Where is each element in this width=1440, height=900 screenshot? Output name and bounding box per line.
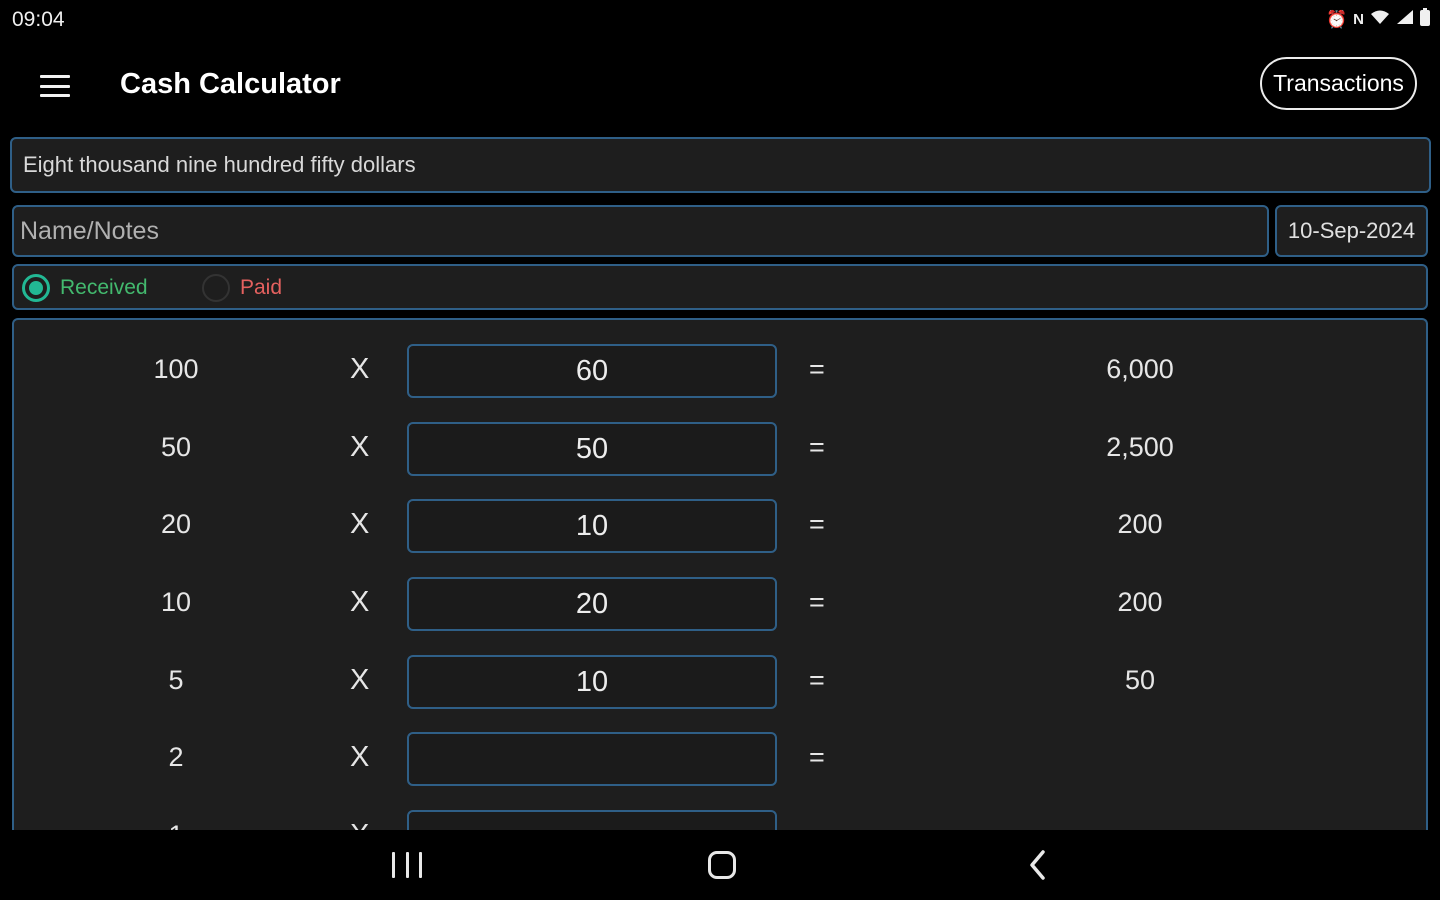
denomination-label: 100: [153, 354, 199, 384]
denomination-label: 5: [168, 665, 184, 695]
denomination-row: 20 X = 200: [14, 497, 1426, 553]
signal-icon: [1396, 9, 1414, 30]
denomination-row: 2 X =: [14, 730, 1426, 786]
battery-icon: [1420, 8, 1430, 31]
equals-sign: =: [809, 742, 825, 772]
quantity-input[interactable]: [407, 732, 777, 786]
denomination-label: 10: [160, 587, 192, 617]
radio-checked-icon: [22, 274, 50, 302]
app-bar: Cash Calculator Transactions: [0, 52, 1440, 122]
denomination-label: 20: [160, 509, 192, 539]
quantity-input[interactable]: [407, 655, 777, 709]
row-amount: 6,000: [1106, 354, 1174, 384]
radio-unchecked-icon: [202, 274, 230, 302]
equals-sign: =: [809, 665, 825, 695]
denomination-row: 10 X = 200: [14, 575, 1426, 631]
received-radio[interactable]: Received: [22, 274, 148, 302]
multiply-sign: X: [350, 353, 370, 385]
row-amount: 200: [1117, 509, 1163, 539]
home-icon[interactable]: [708, 851, 736, 879]
notes-input[interactable]: [12, 205, 1269, 257]
transaction-type-group: Received Paid: [12, 264, 1428, 310]
navigation-bar: [0, 830, 1440, 900]
quantity-input[interactable]: [407, 422, 777, 476]
status-bar: 09:04 ⏰ N: [0, 0, 1440, 40]
app-title: Cash Calculator: [120, 68, 341, 100]
denomination-label: 2: [168, 742, 184, 772]
status-icons: ⏰ N: [1326, 8, 1430, 31]
quantity-input[interactable]: [407, 577, 777, 631]
equals-sign: =: [809, 587, 825, 617]
equals-sign: =: [809, 509, 825, 539]
denomination-row: 5 X = 50: [14, 653, 1426, 709]
row-amount: 50: [1124, 665, 1156, 695]
denomination-panel: 100 X = 6,000 50 X = 2,500 20 X = 200 10…: [12, 318, 1428, 900]
multiply-sign: X: [350, 664, 370, 696]
amount-in-words: Eight thousand nine hundred fifty dollar…: [10, 137, 1431, 193]
recents-icon[interactable]: [392, 852, 422, 878]
denomination-row: 100 X = 6,000: [14, 342, 1426, 398]
nfc-icon: N: [1353, 11, 1364, 28]
date-picker[interactable]: 10-Sep-2024: [1275, 205, 1428, 257]
received-label: Received: [60, 276, 148, 299]
multiply-sign: X: [350, 741, 370, 773]
row-amount: 2,500: [1106, 432, 1174, 462]
denomination-row: 50 X = 2,500: [14, 420, 1426, 476]
quantity-input[interactable]: [407, 344, 777, 398]
wifi-icon: [1370, 9, 1390, 30]
status-time: 09:04: [12, 8, 65, 31]
back-icon[interactable]: [1026, 848, 1048, 882]
paid-radio[interactable]: Paid: [202, 274, 282, 302]
alarm-icon: ⏰: [1325, 9, 1348, 29]
equals-sign: =: [809, 432, 825, 462]
paid-label: Paid: [240, 276, 283, 299]
transactions-button[interactable]: Transactions: [1260, 57, 1417, 110]
multiply-sign: X: [350, 508, 370, 540]
multiply-sign: X: [350, 431, 370, 463]
menu-icon[interactable]: [38, 72, 72, 100]
equals-sign: =: [809, 354, 825, 384]
row-amount: 200: [1117, 587, 1163, 617]
denomination-label: 50: [160, 432, 192, 462]
multiply-sign: X: [350, 586, 370, 618]
quantity-input[interactable]: [407, 499, 777, 553]
